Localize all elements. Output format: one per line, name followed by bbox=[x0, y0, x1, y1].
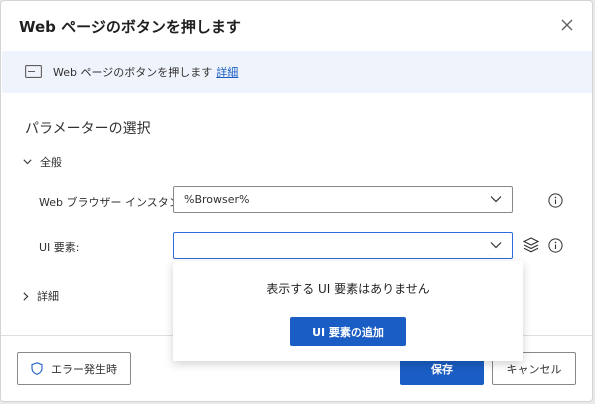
dialog-title: Web ページのボタンを押します bbox=[19, 18, 241, 36]
section-title: パラメーターの選択 bbox=[25, 121, 151, 137]
general-group-toggle[interactable]: 全般 bbox=[23, 154, 62, 170]
chevron-down-icon bbox=[490, 242, 502, 249]
info-circle-icon[interactable] bbox=[548, 238, 563, 253]
info-bar: Web ページのボタンを押します 詳細 bbox=[2, 51, 592, 93]
details-group-label: 詳細 bbox=[37, 290, 59, 303]
details-group-toggle[interactable]: 詳細 bbox=[23, 288, 59, 304]
ui-element-select[interactable] bbox=[173, 232, 513, 259]
chevron-down-icon bbox=[23, 159, 32, 165]
layers-icon[interactable] bbox=[522, 236, 540, 254]
chevron-down-icon bbox=[490, 196, 502, 203]
browser-window-icon bbox=[25, 65, 42, 78]
browser-instance-select[interactable]: %Browser% bbox=[173, 186, 513, 213]
shield-icon bbox=[31, 362, 43, 375]
general-group-label: 全般 bbox=[40, 156, 62, 169]
close-icon bbox=[561, 19, 573, 31]
browser-instance-label: Web ブラウザー インスタンス: bbox=[39, 196, 195, 209]
details-link[interactable]: 詳細 bbox=[216, 66, 238, 79]
on-error-button[interactable]: エラー発生時 bbox=[17, 352, 131, 385]
on-error-label: エラー発生時 bbox=[51, 362, 117, 376]
dialog-header: Web ページのボタンを押します bbox=[1, 1, 592, 51]
ui-element-dropdown-popup: 表示する UI 要素はありません UI 要素の追加 bbox=[173, 261, 523, 361]
dialog: Web ページのボタンを押します Web ページのボタンを押します 詳細 パラメー… bbox=[0, 0, 593, 402]
chevron-right-icon bbox=[23, 291, 29, 301]
no-ui-elements-message: 表示する UI 要素はありません bbox=[266, 282, 430, 296]
browser-instance-value: %Browser% bbox=[184, 193, 250, 206]
close-button[interactable] bbox=[556, 14, 578, 36]
info-text: Web ページのボタンを押します 詳細 bbox=[53, 64, 238, 80]
info-description: Web ページのボタンを押します bbox=[53, 66, 213, 79]
add-ui-element-button[interactable]: UI 要素の追加 bbox=[290, 317, 406, 346]
ui-element-label: UI 要素: bbox=[39, 241, 80, 254]
info-circle-icon[interactable] bbox=[548, 193, 563, 208]
